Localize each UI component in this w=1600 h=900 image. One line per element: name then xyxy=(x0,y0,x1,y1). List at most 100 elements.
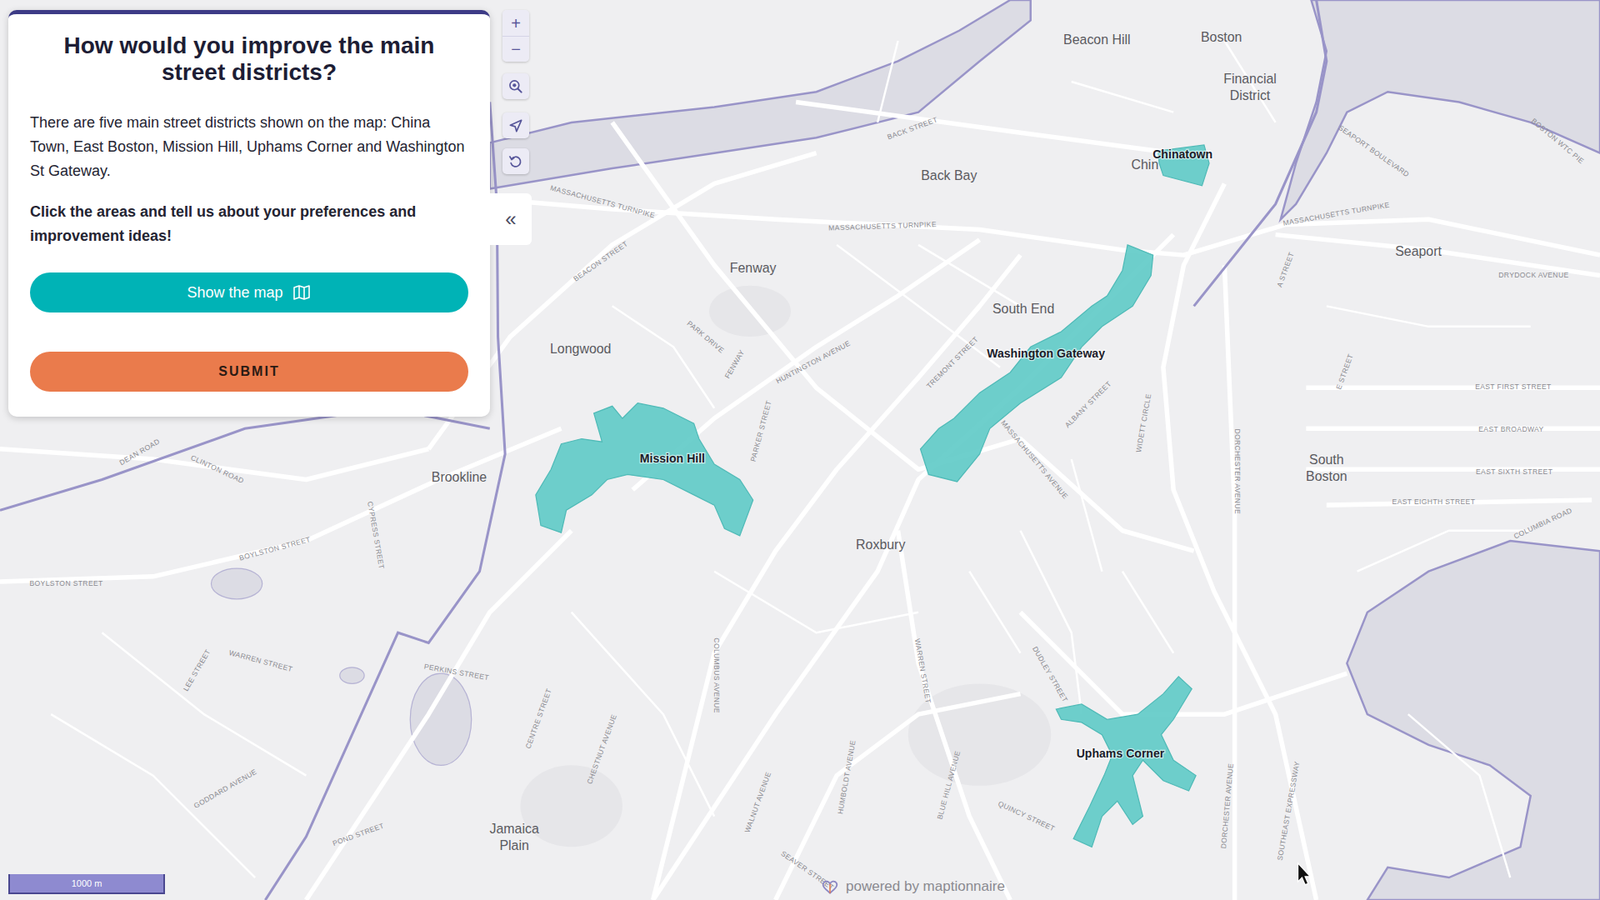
street-label: DORCHESTER AVENUE xyxy=(1219,763,1235,850)
street-label: MASSACHUSETTS TURNPIKE xyxy=(1282,200,1390,227)
street-label: BOSTON WTC PIE xyxy=(1530,116,1586,166)
minor-road xyxy=(969,571,1020,654)
street-label: MASSACHUSETTS TURNPIKE xyxy=(549,183,656,220)
district-area[interactable] xyxy=(1055,676,1196,847)
scale-bar: 1000 m xyxy=(8,874,165,895)
reset-icon xyxy=(507,153,525,170)
street-label: DUDLEY STREET xyxy=(1030,645,1070,705)
street-label: COLUMBIA ROAD xyxy=(1512,505,1574,540)
place-label: Back Bay xyxy=(920,168,977,183)
road xyxy=(775,694,1021,900)
road xyxy=(1163,183,1317,900)
place-label: Fenway xyxy=(730,260,777,275)
reset-button[interactable] xyxy=(502,148,530,175)
street-label: BOYLSTON STREET xyxy=(30,579,105,588)
minor-road xyxy=(1408,714,1510,878)
district-label[interactable]: Mission Hill xyxy=(640,451,705,465)
cursor-icon xyxy=(1298,863,1311,885)
road xyxy=(653,255,1021,900)
minor-road xyxy=(877,40,898,123)
street-label: BLUE HILL AVENUE xyxy=(935,750,963,821)
street-label: EAST FIRST STREET xyxy=(1475,382,1552,391)
show-map-button[interactable]: Show the map xyxy=(30,272,469,313)
street-label: QUINCY STREET xyxy=(996,799,1057,834)
submit-button[interactable]: SUBMIT xyxy=(30,351,469,392)
district-area[interactable] xyxy=(535,403,754,536)
minor-road xyxy=(612,305,715,408)
street-label: FENWAY xyxy=(723,348,747,380)
street-label: WIDETT CIRCLE xyxy=(1134,393,1153,454)
place-label: Brookline xyxy=(431,470,487,485)
map-icon xyxy=(291,282,312,303)
minor-road xyxy=(1122,571,1174,654)
street-label: BACK STREET xyxy=(885,115,939,141)
street-label: ALBANY STREET xyxy=(1063,379,1114,430)
street-label: SOUTHEAST EXPRESSWAY xyxy=(1275,760,1302,862)
panel-description: There are five main street districts sho… xyxy=(30,110,469,183)
panel-instruction: Click the areas and tell us about your p… xyxy=(30,200,469,249)
place-label: Longwood xyxy=(550,341,611,356)
street-label: EAST BROADWAY xyxy=(1478,425,1544,434)
minor-road xyxy=(836,245,1000,368)
minor-road xyxy=(571,612,715,817)
street-label: EAST EIGHTH STREET xyxy=(1392,497,1476,506)
street-label: TREMONT STREET xyxy=(925,335,980,390)
minor-road xyxy=(1071,81,1174,113)
street-label: MASSACHUSETTS AVENUE xyxy=(999,418,1070,500)
street-label: CHESTNUT AVENUE xyxy=(585,713,619,786)
minor-road xyxy=(101,632,306,775)
street-label: WARREN STREET xyxy=(913,638,934,705)
maptionnaire-logo-icon xyxy=(820,879,840,895)
street-label: LEE STREET xyxy=(181,647,213,693)
land xyxy=(0,0,1600,900)
street-label: CENTRE STREET xyxy=(523,686,554,750)
street-label: MASSACHUSETTS TURNPIKE xyxy=(828,220,937,233)
zoom-button[interactable]: − xyxy=(502,35,530,62)
street-label: DRYDOCK AVENUE xyxy=(1498,270,1569,280)
street-label: A STREET xyxy=(1275,250,1296,289)
river xyxy=(490,0,1031,190)
street-label: WARREN STREET xyxy=(228,648,295,674)
road xyxy=(0,428,561,582)
street-label: PERKINS STREET xyxy=(423,662,490,683)
attribution: powered by maptionnaire xyxy=(820,878,1005,895)
street-label: SEAVER STREET xyxy=(779,849,836,892)
panel-title: How would you improve the main street di… xyxy=(30,32,469,86)
street-label: CYPRESS STREET xyxy=(365,500,386,570)
district-label[interactable]: Washington Gateway xyxy=(986,346,1105,360)
survey-panel: How would you improve the main street di… xyxy=(8,10,490,417)
place-label: Boston xyxy=(1200,30,1243,45)
locate-button[interactable] xyxy=(502,112,530,139)
street-label: HUNTINGTON AVENUE xyxy=(774,339,852,386)
road xyxy=(305,530,571,900)
street-label: EAST SIXTH STREET xyxy=(1475,467,1554,476)
map-screen: Beacon HillBostonFinancialDistrictBack B… xyxy=(0,0,1600,900)
place-label: SouthBoston xyxy=(1305,452,1348,484)
district-label[interactable]: Chinatown xyxy=(1152,147,1213,161)
street-label: WALNUT AVENUE xyxy=(743,770,774,835)
zoom-extent-button[interactable] xyxy=(502,73,530,100)
minor-road xyxy=(1357,530,1531,572)
navigation-icon xyxy=(507,117,525,135)
street-label: CLINTON ROAD xyxy=(190,453,246,485)
zoom-button[interactable]: + xyxy=(502,10,530,36)
road xyxy=(795,101,1174,153)
district-area[interactable] xyxy=(920,245,1153,482)
place-label: JamaicaPlain xyxy=(490,821,540,853)
boundary-line xyxy=(0,408,490,510)
road xyxy=(1305,385,1600,391)
street-label: DORCHESTER AVENUE xyxy=(1233,428,1242,515)
zoom-controls: +− xyxy=(502,10,530,62)
road xyxy=(1305,426,1600,432)
place-label: Seaport xyxy=(1395,244,1442,259)
street-label: POND STREET xyxy=(331,820,386,848)
boundary-line xyxy=(1194,0,1327,306)
district-label[interactable]: Uphams Corner xyxy=(1076,746,1165,760)
road xyxy=(1275,235,1600,276)
pond xyxy=(410,673,471,765)
street-label: PARK DRIVE xyxy=(685,319,726,355)
street-label: BEACON STREET xyxy=(571,239,630,284)
minor-road xyxy=(1326,305,1531,326)
collapse-panel-button[interactable]: « xyxy=(490,193,532,245)
street-label: E STREET xyxy=(1334,352,1355,391)
